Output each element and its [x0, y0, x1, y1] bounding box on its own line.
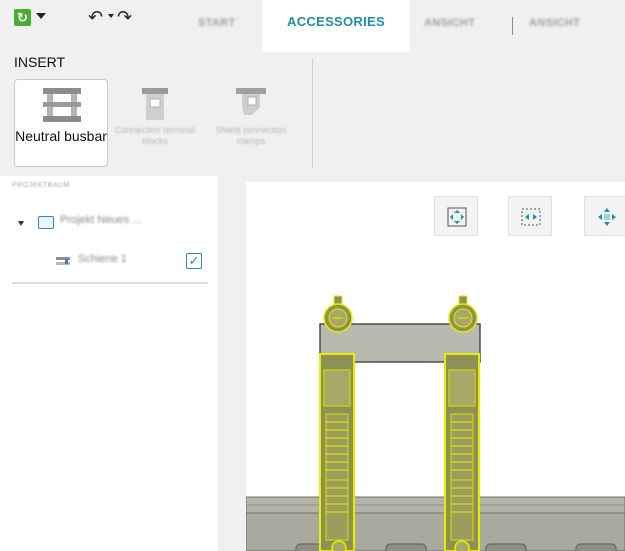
connection-terminal-icon [142, 88, 168, 120]
app-menu-chevron-down-icon[interactable] [36, 13, 46, 19]
project-folder-icon [38, 216, 54, 229]
shield-connection-clamps-button: Shield connection clamps [204, 79, 298, 167]
tab-ansicht-2[interactable]: ANSICHT [529, 0, 580, 52]
project-tree-title: PROJEKTBAUM [12, 182, 71, 189]
ribbon: INSERT Neutral busbar Connection termina… [0, 52, 625, 176]
panel-divider [12, 282, 208, 284]
undo-history-chevron-icon[interactable] [108, 14, 114, 18]
connection-terminal-blocks-button: Connection terminal blocks [108, 79, 202, 167]
redo-icon[interactable]: ↷ [117, 8, 132, 26]
left-screw [323, 295, 353, 333]
undo-icon[interactable]: ↶ [88, 8, 103, 26]
rail-visibility-checkbox[interactable]: ✓ [186, 253, 202, 269]
tab-ansicht[interactable]: ANSICHT [424, 0, 475, 52]
neutral-busbar-icon [43, 88, 81, 122]
3d-viewport[interactable] [246, 182, 625, 551]
right-screw [448, 295, 478, 333]
connection-terminal-blocks-label: Connection terminal blocks [114, 125, 196, 146]
insert-group-label: INSERT [14, 54, 66, 70]
app-menu-icon[interactable]: ↻ [14, 9, 31, 26]
tab-accessories[interactable]: ACCESSORIES [262, 0, 410, 52]
shield-connection-clamps-label: Shield connection clamps [215, 125, 287, 146]
tree-project-label[interactable]: Projekt Neues ... [60, 214, 141, 226]
busbar-assembly-scene [246, 295, 625, 551]
tree-expand-icon[interactable] [18, 221, 24, 226]
left-busbar-support [319, 353, 355, 551]
tree-rail-label[interactable]: Schiene 1 [78, 253, 127, 265]
neutral-busbar-button[interactable]: Neutral busbar [14, 79, 108, 167]
right-busbar-support [444, 353, 480, 551]
rail-item-icon [56, 257, 70, 265]
project-tree-panel: PROJEKTBAUM Projekt Neues ... Schiene 1 … [0, 176, 218, 551]
neutral-busbar-label: Neutral busbar [15, 128, 107, 144]
top-toolbar: ↻ ↶ ↷ START ACCESSORIES ANSICHT ANSICHT [0, 0, 625, 53]
tab-separator [512, 17, 513, 35]
ribbon-divider [312, 58, 313, 168]
tab-start[interactable]: START [198, 0, 235, 52]
shield-clamp-icon [236, 88, 266, 115]
